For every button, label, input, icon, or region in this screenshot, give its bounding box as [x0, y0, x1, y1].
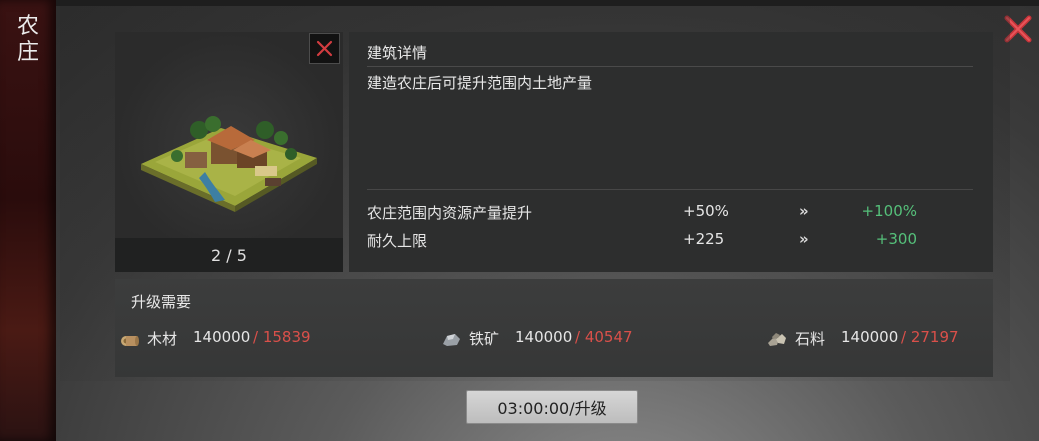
resource-required: 140000: [193, 328, 251, 346]
building-name-vertical: 农 庄: [8, 14, 48, 66]
stat-next-value: +300: [875, 230, 917, 248]
stat-current-value: +50%: [683, 202, 729, 220]
building-detail-panel: 建筑详情 建造农庄后可提升范围内土地产量 农庄范围内资源产量提升 +50% » …: [349, 32, 993, 272]
stat-next-value: +100%: [861, 202, 917, 220]
requirements-title: 升级需要: [131, 293, 192, 311]
stone-icon: [768, 333, 786, 346]
resource-name: 石料: [795, 330, 826, 348]
resource-required: 140000: [515, 328, 573, 346]
divider: [367, 66, 973, 67]
stat-row-durability: 耐久上限 +225 » +300: [367, 230, 967, 252]
building-name-char-2: 庄: [16, 40, 39, 65]
iron-ore-icon: [443, 334, 460, 346]
building-preview-panel: 2 / 5: [115, 32, 343, 272]
detail-title: 建筑详情: [367, 44, 428, 62]
stat-arrow-icon: »: [799, 230, 809, 248]
resource-owned: / 27197: [901, 328, 959, 346]
resource-owned: / 40547: [575, 328, 633, 346]
divider: [367, 189, 973, 190]
resource-name: 木材: [147, 330, 178, 348]
resource-required: 140000: [841, 328, 899, 346]
side-strip: 农 庄: [0, 0, 56, 441]
stat-arrow-icon: »: [799, 202, 809, 220]
close-detail-button[interactable]: [309, 33, 340, 64]
detail-description: 建造农庄后可提升范围内土地产量: [367, 74, 593, 92]
wood-icon: [121, 336, 139, 346]
stat-current-value: +225: [683, 230, 725, 248]
upgrade-requirements-panel: 升级需要 木材 140000 / 15839 铁矿 140000 / 40547…: [115, 279, 993, 377]
stat-row-production: 农庄范围内资源产量提升 +50% » +100%: [367, 202, 967, 224]
building-level: 2 / 5: [115, 238, 343, 272]
stat-label: 农庄范围内资源产量提升: [367, 204, 533, 222]
upgrade-button[interactable]: 03:00:00/升级: [466, 390, 638, 424]
building-name-char-1: 农: [16, 14, 39, 39]
stat-label: 耐久上限: [367, 232, 428, 250]
resource-owned: / 15839: [253, 328, 311, 346]
resource-name: 铁矿: [469, 330, 500, 348]
close-icon: [316, 40, 333, 57]
